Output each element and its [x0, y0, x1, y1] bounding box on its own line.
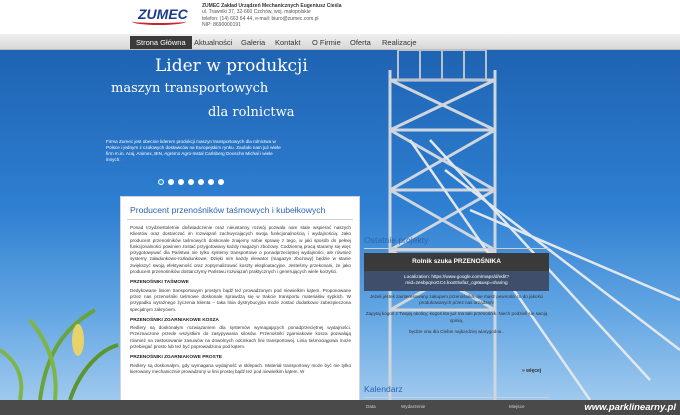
slider-dot[interactable] — [198, 179, 204, 185]
calendar-header-bar: Data Wydarzenie Miejsce www.parklinearny… — [0, 400, 680, 415]
nav-item-gallery[interactable]: Galeria — [235, 36, 271, 49]
project-heading[interactable]: Rolnik szuka PRZENOŚNIKA — [364, 253, 549, 271]
calendar-col-date: Data — [366, 404, 376, 409]
project-text: Jeżeli jesteś zainteresowany zakupem prz… — [369, 294, 544, 306]
nav-item-about[interactable]: O Firmie — [306, 36, 347, 49]
company-info: ZUMEC Zakład Urządzeń Mechanicznych Euge… — [202, 3, 341, 28]
calendar-col-event: Wydarzenie — [401, 404, 426, 409]
main-title: Producent przenośników taśmowych i kubeł… — [130, 205, 326, 215]
slider-dot[interactable] — [188, 179, 194, 185]
divider — [364, 397, 549, 398]
project-location-link[interactable]: Localization: https://www.google.com/map… — [364, 271, 549, 291]
project-text: Zapytaj kogoś z Twojej okolicy, kogoś kt… — [365, 311, 548, 323]
section-text: Redlery są doskonałym, gdy wymagana wyda… — [130, 362, 351, 374]
elevator-tower-image — [388, 50, 680, 400]
nav-item-news[interactable]: Aktualności — [188, 36, 238, 49]
hero-title-line1: Lider w produkcji — [155, 56, 308, 76]
hero-title-line2: maszyn transportowych — [111, 81, 269, 96]
more-link[interactable]: » więcej — [522, 368, 541, 374]
project-text: będzie ona dla Ciebie najbardziej wiaryg… — [409, 328, 504, 334]
slider-dot[interactable] — [158, 179, 164, 185]
hero-description: Firma Zumec jest obecnie liderem produkc… — [106, 139, 281, 162]
nav-item-offer[interactable]: Oferta — [344, 36, 377, 49]
section-heading: PRZENOŚNIKI TAŚMOWE — [130, 280, 189, 286]
zumec-logo[interactable]: ZUMEC — [132, 5, 188, 25]
projects-title: Ostatnie projekty — [364, 235, 429, 245]
section-heading: PRZENOŚNIKI ZGARNIAKOWE KOSZA — [130, 317, 220, 323]
main-nav: Strona Główna Aktualności Galeria Kontak… — [0, 34, 680, 50]
project-body: Jeżeli jesteś zainteresowany zakupem prz… — [364, 294, 549, 340]
nav-item-home[interactable]: Strona Główna — [130, 36, 192, 49]
company-nip: NIP: 8690000191 — [202, 21, 241, 28]
watermark: www.parklinearny.pl — [584, 402, 676, 413]
calendar-title: Kalendarz — [364, 384, 403, 394]
slider-dot[interactable] — [218, 179, 224, 185]
main-body: Ponad trzydziestoletnie doświadczenie or… — [130, 225, 351, 380]
divider — [364, 248, 549, 249]
site-header: ZUMEC ZUMEC Zakład Urządzeń Mechanicznyc… — [0, 0, 680, 34]
slider-dot[interactable] — [178, 179, 184, 185]
hero-title-line3: dla rolnictwa — [208, 105, 295, 120]
section-text: Redlery są doskonałym rozwiązaniem dla s… — [130, 325, 351, 350]
slider-dot[interactable] — [168, 179, 174, 185]
nav-item-contact[interactable]: Kontakt — [269, 36, 306, 49]
main-intro: Ponad trzydziestoletnie doświadczenie or… — [130, 225, 351, 275]
corn-plant-image — [0, 308, 119, 400]
slider-dot[interactable] — [208, 179, 214, 185]
nav-item-projects[interactable]: Realizacje — [376, 36, 423, 49]
divider — [127, 219, 353, 220]
calendar-col-place: Miejsce — [509, 404, 525, 409]
section-heading: PRZENOŚNIKI ZGARNIAKOWE PROSTE — [130, 355, 222, 361]
logo-swoosh-icon — [132, 18, 186, 25]
section-text: Dedykowane liniom transportowym prostym … — [130, 287, 351, 312]
main-content: Producent przenośników taśmowych i kubeł… — [120, 196, 360, 415]
